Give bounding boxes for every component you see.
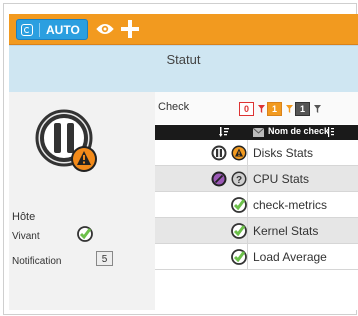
check-title: Check xyxy=(158,101,190,113)
filter-warning-count: 1 xyxy=(267,102,282,116)
table-row[interactable]: Kernel Stats xyxy=(155,218,358,244)
table-row[interactable]: ? CPU Stats xyxy=(155,166,358,192)
host-panel: Hôte Vivant Notification 5 xyxy=(9,92,156,310)
message-icon xyxy=(253,128,264,137)
status-header: Statut xyxy=(9,45,358,93)
check-name[interactable]: CPU Stats xyxy=(253,172,309,186)
notification-count-badge[interactable]: 5 xyxy=(96,251,113,266)
row-state-cell xyxy=(155,140,248,165)
toolbar: AUTO xyxy=(9,14,358,45)
notification-label: Notification xyxy=(12,256,62,267)
row-state-cell xyxy=(155,218,248,243)
eye-icon[interactable] xyxy=(96,22,114,36)
host-pause-icon[interactable] xyxy=(35,108,101,176)
ok-check-icon xyxy=(231,249,247,265)
warning-icon xyxy=(231,145,247,161)
check-header: Check 0 1 1 xyxy=(155,92,358,124)
filter-critical-count: 0 xyxy=(239,102,254,116)
unknown-icon: ? xyxy=(231,171,247,187)
check-name[interactable]: Disks Stats xyxy=(253,146,313,160)
disabled-icon xyxy=(211,171,227,187)
ok-check-icon xyxy=(231,197,247,213)
funnel-icon xyxy=(286,105,293,113)
status-title: Statut xyxy=(166,52,201,67)
row-state-cell xyxy=(155,244,248,269)
ok-check-icon xyxy=(231,223,247,239)
check-name[interactable]: Kernel Stats xyxy=(253,224,318,238)
sort-state-icon[interactable] xyxy=(219,127,229,138)
table-header: Nom de check xyxy=(155,125,358,140)
auto-refresh-button[interactable]: AUTO xyxy=(16,19,88,40)
table-row[interactable]: Load Average xyxy=(155,244,358,270)
table-row[interactable]: check-metrics xyxy=(155,192,358,218)
filter-unknown-count: 1 xyxy=(295,102,310,116)
table-row[interactable]: Disks Stats xyxy=(155,140,358,166)
auto-refresh-label: AUTO xyxy=(46,23,80,37)
svg-text:?: ? xyxy=(236,175,242,186)
host-label: Hôte xyxy=(12,211,36,223)
row-state-cell: ? xyxy=(155,166,248,191)
funnel-icon xyxy=(314,105,321,113)
button-divider xyxy=(39,23,40,37)
check-panel: Check 0 1 1 Nom de check Disks Stats ? C… xyxy=(155,92,358,310)
refresh-icon xyxy=(21,24,33,36)
check-name[interactable]: check-metrics xyxy=(253,198,327,212)
ok-check-icon xyxy=(77,226,93,242)
check-name[interactable]: Load Average xyxy=(253,250,327,264)
row-state-cell xyxy=(155,192,248,217)
plus-icon[interactable] xyxy=(120,18,140,40)
alive-label: Vivant xyxy=(12,231,40,242)
sort-name-icon[interactable] xyxy=(327,127,335,138)
funnel-icon xyxy=(258,105,265,113)
column-check-name[interactable]: Nom de check xyxy=(268,126,329,136)
paused-icon xyxy=(211,145,227,161)
